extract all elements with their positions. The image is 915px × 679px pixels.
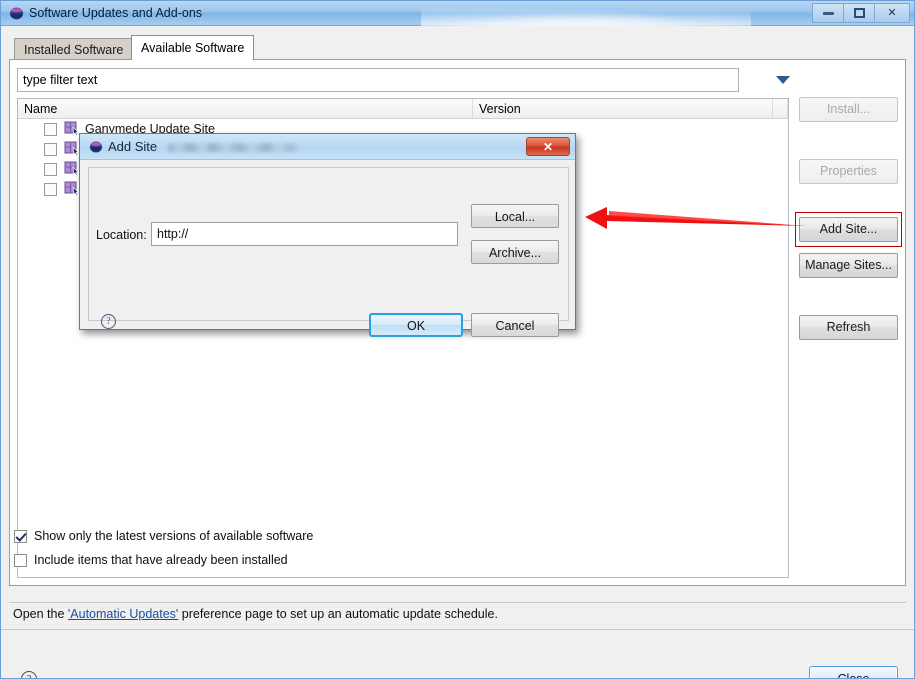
column-header-name[interactable]: Name (18, 99, 473, 118)
update-site-icon (64, 161, 80, 177)
filter-input-text: type filter text (23, 73, 98, 87)
close-icon: ✕ (542, 139, 554, 154)
eclipse-globe-icon (9, 6, 24, 21)
window-client-area: Installed Software Available Software ty… (1, 26, 914, 678)
close-button[interactable]: ✕ (874, 3, 910, 23)
add-site-dialog-title: Add Site (108, 139, 158, 154)
automatic-updates-link[interactable]: 'Automatic Updates' (68, 607, 178, 621)
add-site-button[interactable]: Add Site... (799, 217, 898, 242)
status-suffix: preference page to set up an automatic u… (178, 607, 498, 621)
filter-dropdown-button[interactable] (770, 70, 796, 90)
tab-available-software-label: Available Software (141, 41, 245, 55)
location-label: Location: (96, 228, 147, 242)
install-button[interactable]: Install... (799, 97, 898, 122)
refresh-button[interactable]: Refresh (799, 315, 898, 340)
row-checkbox[interactable] (44, 142, 57, 156)
add-site-dialog-body: Location: http:// Local... Archive... ? … (88, 167, 569, 337)
manage-sites-button-wrap: Manage Sites... (799, 253, 898, 278)
location-input[interactable]: http:// (151, 222, 458, 246)
properties-button-wrap: Properties (799, 159, 898, 184)
redacted-title-suffix (168, 143, 300, 152)
manage-sites-button[interactable]: Manage Sites... (799, 253, 898, 278)
row-checkbox[interactable] (44, 122, 57, 136)
include-installed-label: Include items that have already been ins… (34, 553, 288, 567)
filter-input[interactable]: type filter text (17, 68, 739, 92)
status-message: Open the 'Automatic Updates' preference … (13, 607, 498, 621)
cancel-button[interactable]: Cancel (471, 313, 559, 337)
install-button-wrap: Install... (799, 97, 898, 122)
archive-button[interactable]: Archive... (471, 240, 559, 264)
close-icon: ✕ (887, 6, 897, 19)
add-site-dialog-close-button[interactable]: ✕ (526, 137, 570, 156)
update-site-icon (64, 181, 80, 197)
window-titlebar[interactable]: Software Updates and Add-ons ✕ (1, 1, 914, 26)
help-glyph: ? (106, 316, 111, 327)
dialog-footer: ? (1, 630, 914, 678)
column-header-filler (773, 99, 788, 118)
update-site-icon (64, 121, 80, 137)
local-button[interactable]: Local... (471, 204, 559, 228)
tab-installed-software-label: Installed Software (24, 42, 124, 57)
tab-installed-software[interactable]: Installed Software (14, 38, 134, 60)
window-title: Software Updates and Add-ons (29, 6, 203, 20)
option-show-latest-versions[interactable]: Show only the latest versions of availab… (14, 529, 313, 543)
maximize-button[interactable] (843, 3, 875, 23)
show-latest-versions-checkbox[interactable] (14, 529, 27, 543)
refresh-button-wrap: Refresh (799, 315, 898, 340)
software-updates-window: Software Updates and Add-ons ✕ Installed… (0, 0, 915, 679)
close-dialog-button[interactable]: Close (809, 666, 898, 678)
tree-header: Name Version (18, 99, 788, 119)
add-site-dialog: Add Site ✕ Location: http:// Local... Ar… (79, 133, 576, 337)
properties-button[interactable]: Properties (799, 159, 898, 184)
add-site-button-wrap: Add Site... (795, 212, 902, 247)
titlebar-gloss (421, 1, 751, 26)
tab-available-software[interactable]: Available Software (131, 35, 255, 60)
help-glyph: ? (26, 673, 32, 679)
location-input-text: http:// (157, 227, 189, 241)
column-header-version[interactable]: Version (473, 99, 773, 118)
status-prefix: Open the (13, 607, 68, 621)
row-checkbox[interactable] (44, 182, 57, 196)
add-site-dialog-titlebar[interactable]: Add Site ✕ (80, 134, 575, 160)
ok-button[interactable]: OK (369, 313, 463, 337)
eclipse-globe-icon (89, 140, 103, 154)
update-site-icon (64, 141, 80, 157)
help-question-icon[interactable]: ? (101, 314, 116, 329)
minimize-button[interactable] (812, 3, 844, 23)
option-include-installed[interactable]: Include items that have already been ins… (14, 553, 288, 567)
help-question-icon[interactable]: ? (21, 671, 37, 679)
show-latest-versions-label: Show only the latest versions of availab… (34, 529, 314, 543)
chevron-down-icon (776, 76, 790, 84)
separator-top (9, 602, 906, 603)
window-controls: ✕ (812, 3, 910, 23)
row-checkbox[interactable] (44, 162, 57, 176)
include-installed-checkbox[interactable] (14, 553, 27, 567)
